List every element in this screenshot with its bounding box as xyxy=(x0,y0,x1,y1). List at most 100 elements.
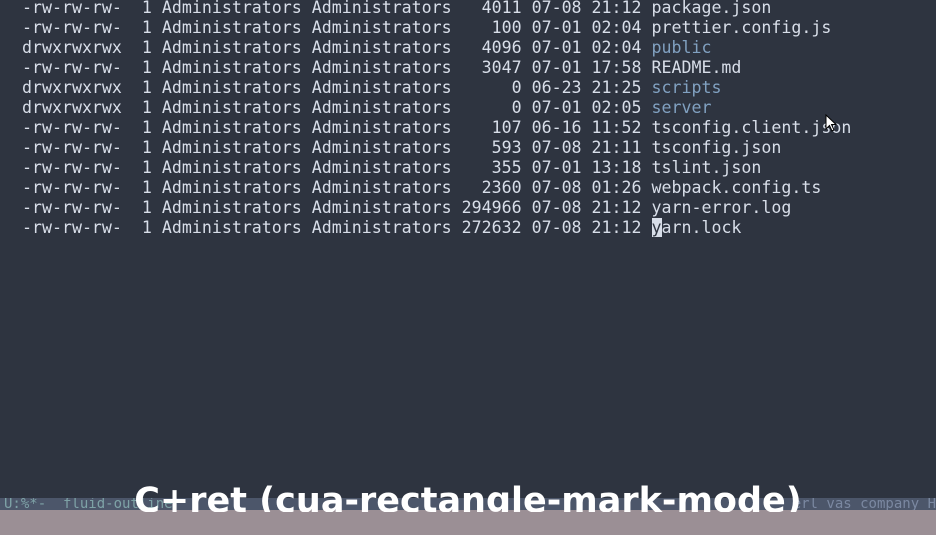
file-name[interactable]: package.json xyxy=(652,0,772,17)
file-group: Administrators xyxy=(311,198,452,217)
file-time: 02:05 xyxy=(591,98,642,117)
file-meta: drwxrwxrwx 1 Administrators Administrato… xyxy=(22,38,652,57)
file-meta: -rw-rw-rw- 1 Administrators Administrato… xyxy=(22,118,652,137)
file-size: 107 xyxy=(461,118,522,137)
file-group: Administrators xyxy=(311,118,452,137)
file-link-count: 1 xyxy=(131,78,152,97)
file-date: 07-01 xyxy=(531,18,582,37)
file-link-count: 1 xyxy=(131,198,152,217)
file-name[interactable]: tsconfig.client.json xyxy=(652,118,852,137)
file-owner: Administrators xyxy=(161,38,302,57)
file-date: 07-08 xyxy=(531,138,582,157)
directory-name[interactable]: scripts xyxy=(652,78,722,97)
file-permissions: drwxrwxrwx xyxy=(22,98,122,117)
file-name-rest: arn.lock xyxy=(661,218,742,237)
dired-listing: -rw-rw-rw- 1 Administrators Administrato… xyxy=(0,0,936,238)
file-name[interactable]: README.md xyxy=(652,58,742,77)
file-link-count: 1 xyxy=(131,218,152,237)
file-time: 21:25 xyxy=(591,78,642,97)
file-size: 4096 xyxy=(461,38,522,57)
file-link-count: 1 xyxy=(131,158,152,177)
file-row[interactable]: drwxrwxrwx 1 Administrators Administrato… xyxy=(0,38,936,58)
file-size: 593 xyxy=(461,138,522,157)
file-row[interactable]: drwxrwxrwx 1 Administrators Administrato… xyxy=(0,78,936,98)
file-name[interactable]: yarn-error.log xyxy=(652,198,792,217)
file-meta: -rw-rw-rw- 1 Administrators Administrato… xyxy=(22,178,652,197)
directory-name[interactable]: server xyxy=(652,98,712,117)
file-permissions: -rw-rw-rw- xyxy=(22,58,122,77)
file-date: 07-08 xyxy=(531,0,582,17)
file-time: 11:52 xyxy=(591,118,642,137)
file-link-count: 1 xyxy=(131,178,152,197)
file-size: 0 xyxy=(461,78,522,97)
file-name[interactable]: tslint.json xyxy=(652,158,762,177)
file-size: 100 xyxy=(461,18,522,37)
file-owner: Administrators xyxy=(161,158,302,177)
file-size: 4011 xyxy=(461,0,522,17)
file-date: 07-08 xyxy=(531,178,582,197)
file-time: 02:04 xyxy=(591,38,642,57)
file-group: Administrators xyxy=(311,138,452,157)
file-time: 02:04 xyxy=(591,18,642,37)
file-meta: -rw-rw-rw- 1 Administrators Administrato… xyxy=(22,0,652,17)
file-name[interactable]: prettier.config.js xyxy=(652,18,832,37)
file-size: 355 xyxy=(461,158,522,177)
file-group: Administrators xyxy=(311,78,452,97)
file-group: Administrators xyxy=(311,0,452,17)
file-permissions: -rw-rw-rw- xyxy=(22,178,122,197)
file-permissions: -rw-rw-rw- xyxy=(22,0,122,17)
file-time: 17:58 xyxy=(591,58,642,77)
file-meta: drwxrwxrwx 1 Administrators Administrato… xyxy=(22,78,652,97)
file-owner: Administrators xyxy=(161,218,302,237)
file-size: 0 xyxy=(461,98,522,117)
file-link-count: 1 xyxy=(131,38,152,57)
file-meta: -rw-rw-rw- 1 Administrators Administrato… xyxy=(22,58,652,77)
file-row[interactable]: -rw-rw-rw- 1 Administrators Administrato… xyxy=(0,138,936,158)
file-date: 06-16 xyxy=(531,118,582,137)
file-owner: Administrators xyxy=(161,118,302,137)
file-row[interactable]: -rw-rw-rw- 1 Administrators Administrato… xyxy=(0,58,936,78)
file-row[interactable]: -rw-rw-rw- 1 Administrators Administrato… xyxy=(0,178,936,198)
file-group: Administrators xyxy=(311,178,452,197)
directory-name[interactable]: public xyxy=(652,38,712,57)
file-row[interactable]: -rw-rw-rw- 1 Administrators Administrato… xyxy=(0,0,936,18)
file-owner: Administrators xyxy=(161,98,302,117)
file-group: Administrators xyxy=(311,98,452,117)
file-meta: drwxrwxrwx 1 Administrators Administrato… xyxy=(22,98,652,117)
file-date: 06-23 xyxy=(531,78,582,97)
file-owner: Administrators xyxy=(161,198,302,217)
file-row[interactable]: -rw-rw-rw- 1 Administrators Administrato… xyxy=(0,198,936,218)
file-meta: -rw-rw-rw- 1 Administrators Administrato… xyxy=(22,158,652,177)
file-name[interactable]: tsconfig.json xyxy=(652,138,782,157)
file-group: Administrators xyxy=(311,158,452,177)
file-owner: Administrators xyxy=(161,178,302,197)
file-time: 21:12 xyxy=(591,198,642,217)
file-permissions: -rw-rw-rw- xyxy=(22,18,122,37)
file-size: 272632 xyxy=(461,218,522,237)
file-row[interactable]: -rw-rw-rw- 1 Administrators Administrato… xyxy=(0,158,936,178)
file-date: 07-01 xyxy=(531,98,582,117)
text-cursor: y xyxy=(651,218,662,237)
file-time: 13:18 xyxy=(591,158,642,177)
echo-area xyxy=(0,510,936,535)
file-row[interactable]: -rw-rw-rw- 1 Administrators Administrato… xyxy=(0,118,936,138)
file-size: 3047 xyxy=(461,58,522,77)
file-time: 01:26 xyxy=(591,178,642,197)
file-meta: -rw-rw-rw- 1 Administrators Administrato… xyxy=(22,138,652,157)
file-meta: -rw-rw-rw- 1 Administrators Administrato… xyxy=(22,18,652,37)
file-owner: Administrators xyxy=(161,58,302,77)
file-row[interactable]: drwxrwxrwx 1 Administrators Administrato… xyxy=(0,98,936,118)
file-owner: Administrators xyxy=(161,0,302,17)
file-row[interactable]: -rw-rw-rw- 1 Administrators Administrato… xyxy=(0,218,936,238)
file-link-count: 1 xyxy=(131,18,152,37)
file-name[interactable]: webpack.config.ts xyxy=(652,178,822,197)
file-group: Administrators xyxy=(311,58,452,77)
file-time: 21:12 xyxy=(591,218,642,237)
file-link-count: 1 xyxy=(131,98,152,117)
file-name[interactable]: yarn.lock xyxy=(651,218,742,237)
file-meta: -rw-rw-rw- 1 Administrators Administrato… xyxy=(22,218,652,237)
file-date: 07-01 xyxy=(531,158,582,177)
file-size: 2360 xyxy=(461,178,522,197)
file-row[interactable]: -rw-rw-rw- 1 Administrators Administrato… xyxy=(0,18,936,38)
file-owner: Administrators xyxy=(161,18,302,37)
